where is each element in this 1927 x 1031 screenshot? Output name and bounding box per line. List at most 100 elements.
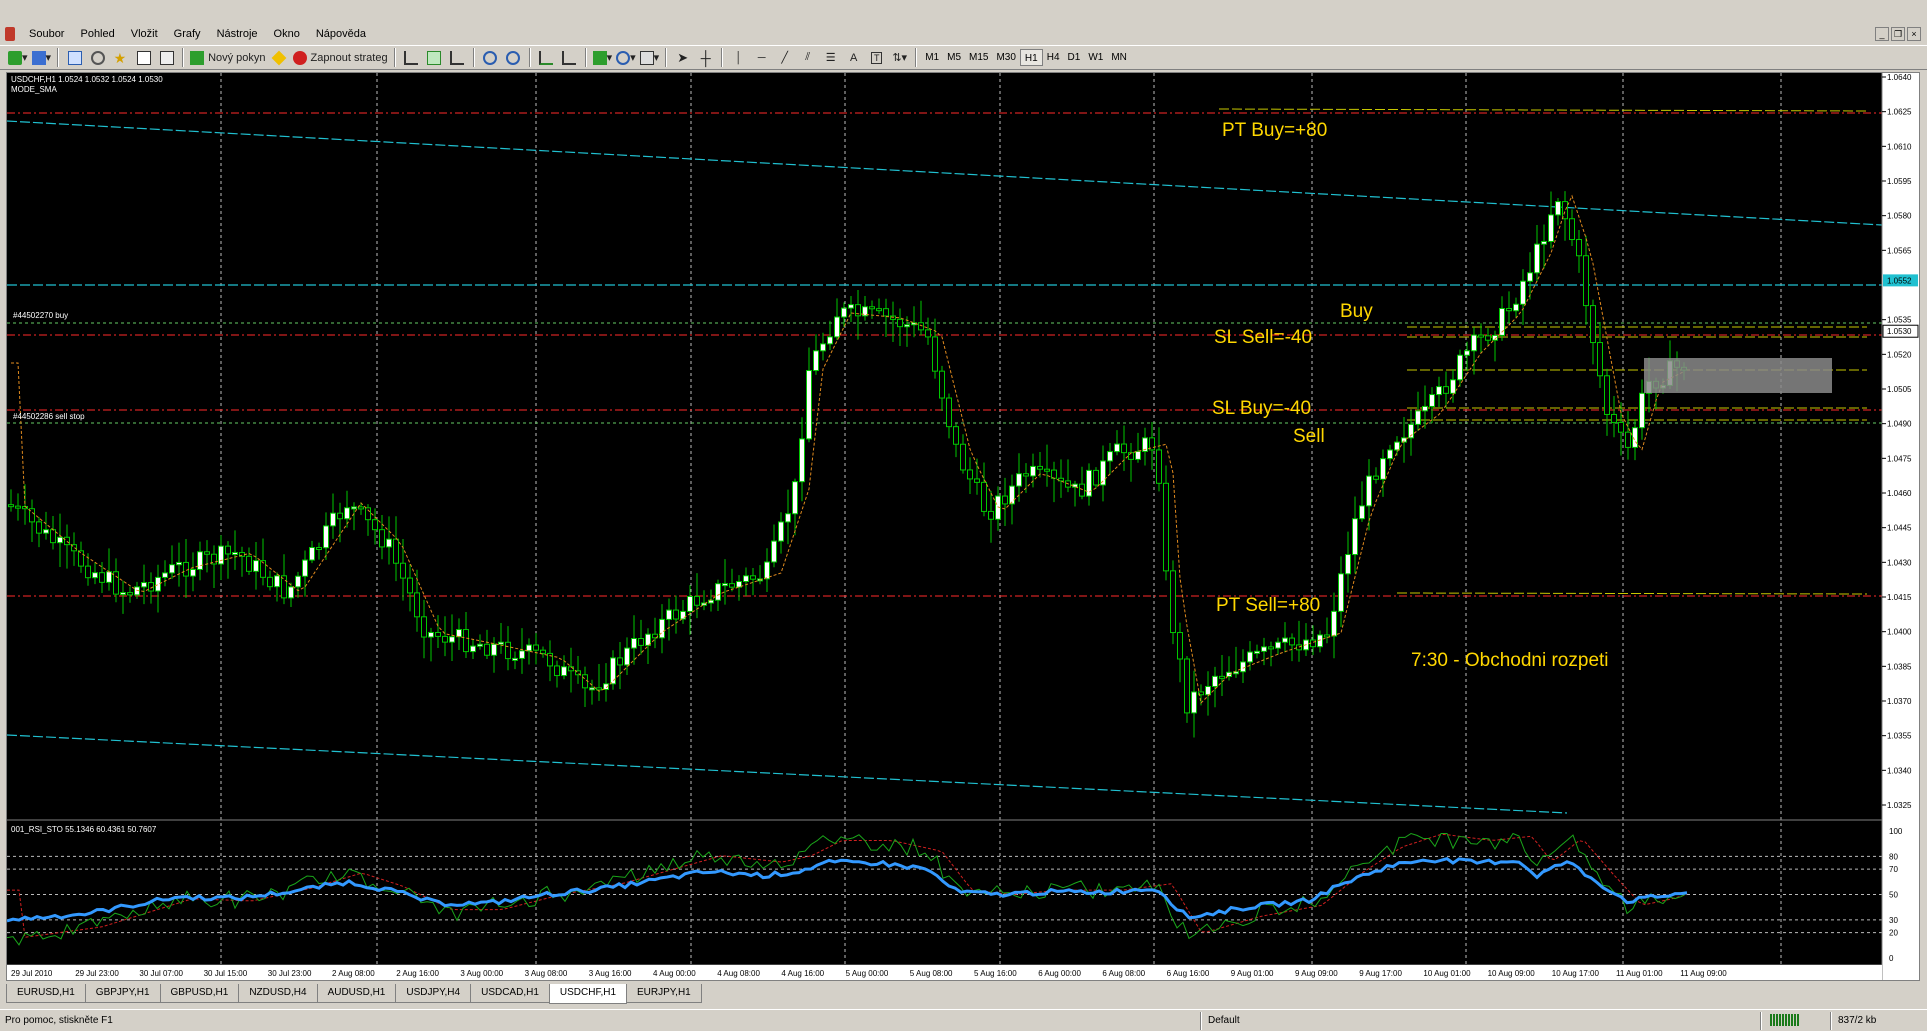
annotation-pt-buy[interactable]: PT Buy=+80 [1222, 120, 1327, 141]
timeframe-d1[interactable]: D1 [1064, 49, 1085, 66]
price-chart[interactable]: 1.0640 1.0625 1.0610 1.0595 1.0580 1.0565 1.05… [7, 73, 1919, 980]
minimize-icon[interactable]: _ [1875, 27, 1889, 41]
menu-grafy[interactable]: Grafy [166, 24, 209, 44]
indicator-header: 001_RSI_STO 55.1346 60.4361 50.7607 [11, 825, 157, 834]
candle-body [1380, 458, 1386, 480]
indicators-button[interactable]: ▾ [592, 48, 612, 67]
expert-advisors-button[interactable]: Zapnout strateg [292, 48, 388, 67]
chart-tab[interactable]: USDCHF,H1 [548, 984, 628, 1004]
market-watch-button[interactable] [65, 48, 84, 67]
chart-shift-button[interactable] [560, 48, 579, 67]
annotation-sell[interactable]: Sell [1293, 426, 1325, 447]
annotation-range-note[interactable]: 7:30 - Obchodni rozpeti [1411, 650, 1609, 671]
timeframe-m15[interactable]: M15 [965, 49, 992, 66]
new-order-button[interactable]: Nový pokyn [190, 48, 266, 67]
timeframe-m1[interactable]: M1 [921, 49, 943, 66]
chart-tab[interactable]: EURJPY,H1 [626, 984, 702, 1003]
candle-body [1359, 505, 1365, 520]
menu-soubor[interactable]: Soubor [21, 24, 72, 44]
crosshair-move-icon [90, 50, 105, 65]
annotation-sl-buy[interactable]: SL Buy=-40 [1212, 398, 1311, 419]
trendline-button[interactable]: ╱ [775, 48, 794, 67]
price-tick-label: 1.0595 [1887, 177, 1912, 186]
chart-tab[interactable]: EURUSD,H1 [6, 984, 86, 1003]
candle-body [841, 307, 847, 318]
bar-chart-button[interactable] [402, 48, 421, 67]
tester-button[interactable] [157, 48, 176, 67]
menu-pohled[interactable]: Pohled [72, 24, 122, 44]
candle-body [624, 647, 630, 666]
horizontal-line-button[interactable]: ─ [752, 48, 771, 67]
timeframe-m30[interactable]: M30 [992, 49, 1019, 66]
time-tick-label: 3 Aug 08:00 [525, 969, 568, 978]
annotation-sl-sell[interactable]: SL Sell=-40 [1214, 327, 1312, 348]
trendline-icon: ╱ [781, 52, 789, 64]
text-button[interactable]: A [844, 48, 863, 67]
zoom-in-button[interactable] [481, 48, 500, 67]
candle-body [918, 322, 924, 331]
restore-icon[interactable]: ❐ [1891, 27, 1905, 41]
timeframe-h1[interactable]: H1 [1019, 49, 1043, 66]
candle-body [1170, 570, 1176, 634]
zoom-in-icon [483, 50, 498, 65]
close-icon[interactable]: × [1907, 27, 1921, 41]
candle-body [834, 316, 840, 338]
candle-body [43, 529, 49, 534]
chart-tab[interactable]: USDJPY,H4 [395, 984, 472, 1003]
candle-body [1443, 386, 1449, 394]
cursor-button[interactable]: ➤ [673, 48, 692, 67]
candle-body [512, 657, 518, 661]
price-tick-label: 1.0400 [1887, 628, 1912, 637]
chart-tab[interactable]: GBPJPY,H1 [84, 984, 161, 1003]
chart-window[interactable]: 1.0640 1.0625 1.0610 1.0595 1.0580 1.0565 1.05… [6, 72, 1920, 981]
chart-tab[interactable]: AUDUSD,H1 [316, 984, 397, 1003]
timeframe-w1[interactable]: W1 [1084, 49, 1107, 66]
cursor-icon: ➤ [677, 49, 689, 65]
candle-body [904, 324, 910, 328]
candlestick-icon [427, 50, 442, 65]
candle-body [197, 551, 203, 570]
line-chart-button[interactable] [448, 48, 467, 67]
candlestick-button[interactable] [425, 48, 444, 67]
candle-body [1576, 239, 1582, 257]
data-window-button[interactable] [88, 48, 107, 67]
candle-body [169, 564, 175, 574]
crosshair-button[interactable]: ┼ [696, 48, 715, 67]
meta-editor-button[interactable] [270, 48, 289, 67]
candle-body [1625, 431, 1631, 448]
terminal-button[interactable] [134, 48, 153, 67]
chart-tab[interactable]: USDCAD,H1 [470, 984, 550, 1003]
candle-body [876, 308, 882, 312]
timeframe-h4[interactable]: H4 [1043, 49, 1064, 66]
timeframe-m5[interactable]: M5 [943, 49, 965, 66]
fibonacci-icon: ☰ [825, 52, 836, 64]
bar-chart-icon [404, 50, 419, 65]
zoom-out-button[interactable] [504, 48, 523, 67]
annotation-buy[interactable]: Buy [1340, 301, 1373, 322]
navigator-button[interactable]: ★ [111, 48, 130, 67]
text-label-button[interactable]: T [867, 48, 886, 67]
chart-tab[interactable]: GBPUSD,H1 [159, 984, 240, 1003]
menu-okno[interactable]: Okno [266, 24, 308, 44]
chart-tab[interactable]: NZDUSD,H4 [238, 984, 318, 1003]
autoscroll-button[interactable] [537, 48, 556, 67]
fibonacci-button[interactable]: ☰ [821, 48, 840, 67]
vertical-line-button[interactable]: │ [729, 48, 748, 67]
time-tick-label: 9 Aug 17:00 [1359, 969, 1402, 978]
periods-button[interactable]: ▾ [616, 48, 636, 67]
trading-range-box[interactable] [1644, 358, 1832, 393]
candle-body [1618, 421, 1624, 433]
annotation-pt-sell[interactable]: PT Sell=+80 [1216, 595, 1320, 616]
menu-vlozit[interactable]: Vložit [123, 24, 166, 44]
candle-body [1212, 675, 1218, 687]
candle-body [1135, 450, 1141, 460]
profiles-button[interactable]: ▾ [31, 48, 51, 67]
arrows-button[interactable]: ⇅▾ [890, 48, 909, 67]
channel-button[interactable]: ⫽ [798, 48, 817, 67]
menu-nastroje[interactable]: Nástroje [209, 24, 266, 44]
new-chart-button[interactable]: ▾ [8, 48, 28, 67]
menu-napoveda[interactable]: Nápověda [308, 24, 374, 44]
candle-body [1079, 483, 1085, 497]
templates-button[interactable]: ▾ [639, 48, 659, 67]
timeframe-mn[interactable]: MN [1107, 49, 1131, 66]
